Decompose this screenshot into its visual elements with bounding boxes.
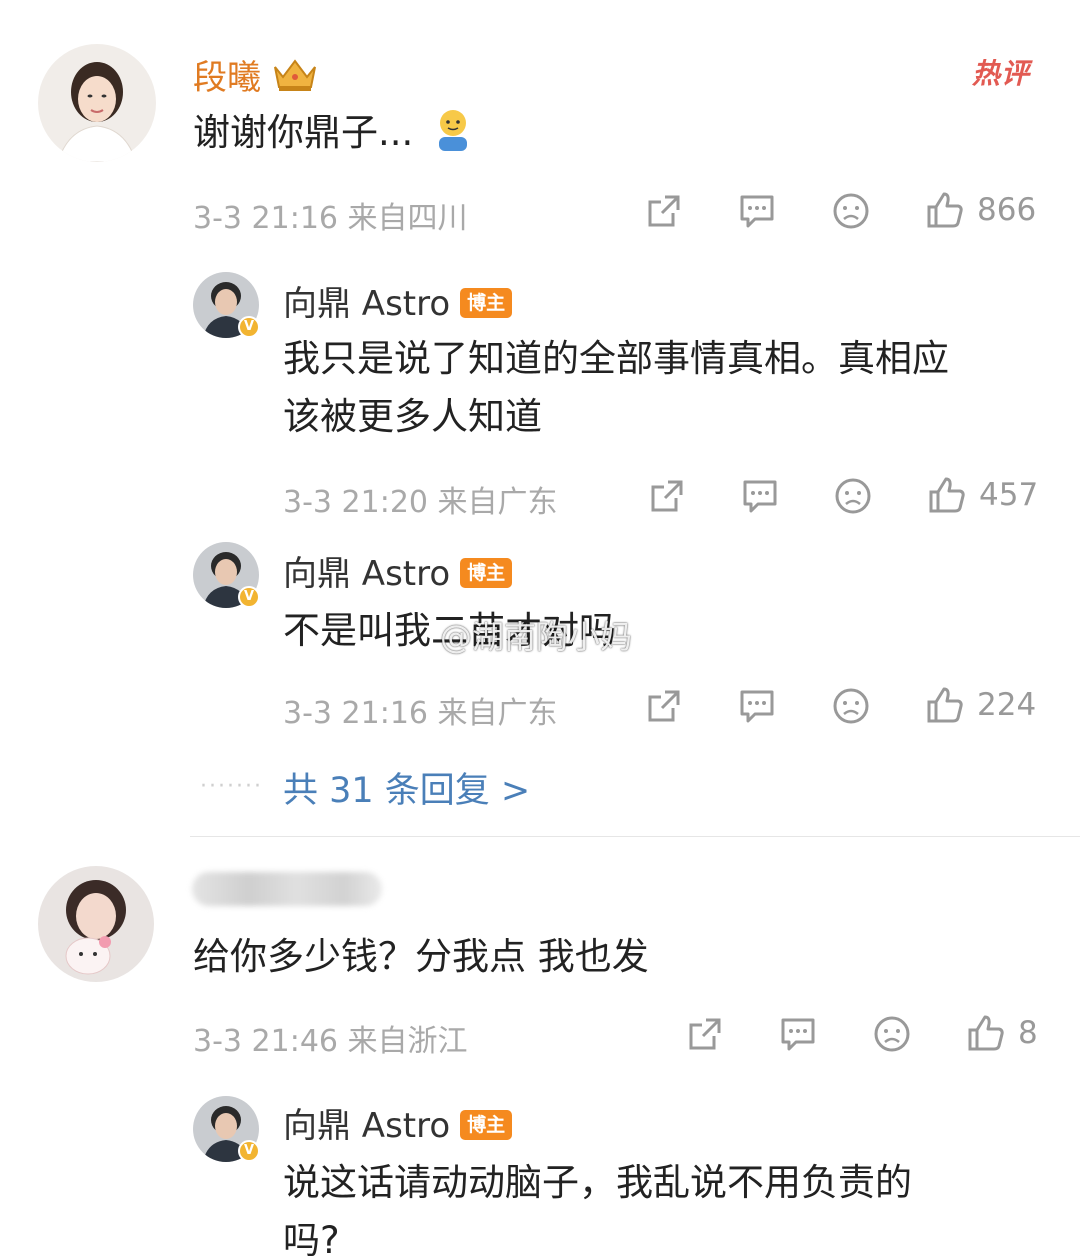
comment-icon — [743, 480, 777, 513]
like-count: 224 — [977, 687, 1037, 723]
like-count: 457 — [979, 477, 1039, 513]
reply-meta: 3-3 21:20 来自广东 — [283, 485, 558, 520]
watermark: @湖南陶小妈 — [440, 618, 633, 656]
username[interactable]: 向鼎 Astro 博主 — [283, 276, 513, 325]
dotted-connector: ······· — [200, 774, 263, 799]
avatar[interactable] — [38, 44, 156, 162]
avatar[interactable] — [38, 866, 154, 982]
share-button[interactable] — [645, 687, 683, 725]
like-button[interactable]: 866 — [925, 190, 1036, 230]
username[interactable]: 段曦 — [193, 50, 319, 102]
dislike-button[interactable] — [832, 687, 870, 725]
dislike-button[interactable] — [832, 192, 870, 230]
dislike-icon — [833, 688, 869, 724]
blogger-badge: 博主 — [460, 1110, 513, 1140]
thumbs-up-icon — [968, 1015, 1004, 1051]
comment-icon — [781, 1018, 815, 1051]
dislike-icon — [874, 1016, 910, 1052]
dislike-icon — [833, 193, 869, 229]
share-icon — [689, 1018, 721, 1050]
comment-icon — [740, 690, 774, 723]
like-count: 866 — [977, 192, 1037, 228]
share-icon — [651, 480, 683, 512]
blogger-badge: 博主 — [460, 288, 513, 318]
comment-meta: 3-3 21:16 来自四川 — [193, 201, 468, 236]
dislike-icon — [835, 478, 871, 514]
reply-meta: 3-3 21:16 来自广东 — [283, 696, 558, 731]
reply-text: 说这话请动动脑子，我乱说不用负责的 吗? — [283, 1161, 912, 1256]
verified-icon: V — [238, 316, 260, 338]
comment-icon — [740, 195, 774, 228]
comment-button[interactable] — [778, 1015, 818, 1053]
comment-button[interactable] — [740, 477, 780, 515]
comment-text: 给你多少钱？分我点 我也发 — [193, 935, 649, 978]
blurred-username — [192, 872, 382, 906]
comment-button[interactable] — [737, 192, 777, 230]
share-icon — [648, 690, 680, 722]
divider — [190, 836, 1080, 837]
reply-text: 我只是说了知道的全部事情真相。真相应 该被更多人知道 — [283, 337, 949, 438]
crown-badge-icon — [271, 57, 319, 102]
share-icon — [648, 195, 680, 227]
comment-meta: 3-3 21:46 来自浙江 — [193, 1024, 468, 1059]
comment-text: 谢谢你鼎子... — [193, 104, 475, 170]
share-button[interactable] — [645, 192, 683, 230]
thumbs-up-icon — [927, 687, 963, 723]
thumbs-up-icon — [929, 477, 965, 513]
emoji-icon — [431, 107, 475, 170]
username[interactable]: 向鼎 Astro 博主 — [283, 1098, 513, 1147]
comment-button[interactable] — [737, 687, 777, 725]
dislike-button[interactable] — [834, 477, 872, 515]
share-button[interactable] — [686, 1015, 724, 1053]
blogger-badge: 博主 — [460, 558, 513, 588]
share-button[interactable] — [648, 477, 686, 515]
view-all-replies-link[interactable]: 共 31 条回复 > — [283, 762, 530, 813]
dislike-button[interactable] — [873, 1015, 911, 1053]
like-button[interactable]: 457 — [927, 475, 1038, 515]
like-button[interactable]: 8 — [966, 1013, 1038, 1053]
username[interactable]: 向鼎 Astro 博主 — [283, 546, 513, 595]
thumbs-up-icon — [927, 192, 963, 228]
like-button[interactable]: 224 — [925, 685, 1036, 725]
like-count: 8 — [1018, 1015, 1038, 1051]
hot-comment-badge: 热评 — [972, 57, 1031, 90]
verified-icon: V — [238, 1140, 260, 1162]
verified-icon: V — [238, 586, 260, 608]
